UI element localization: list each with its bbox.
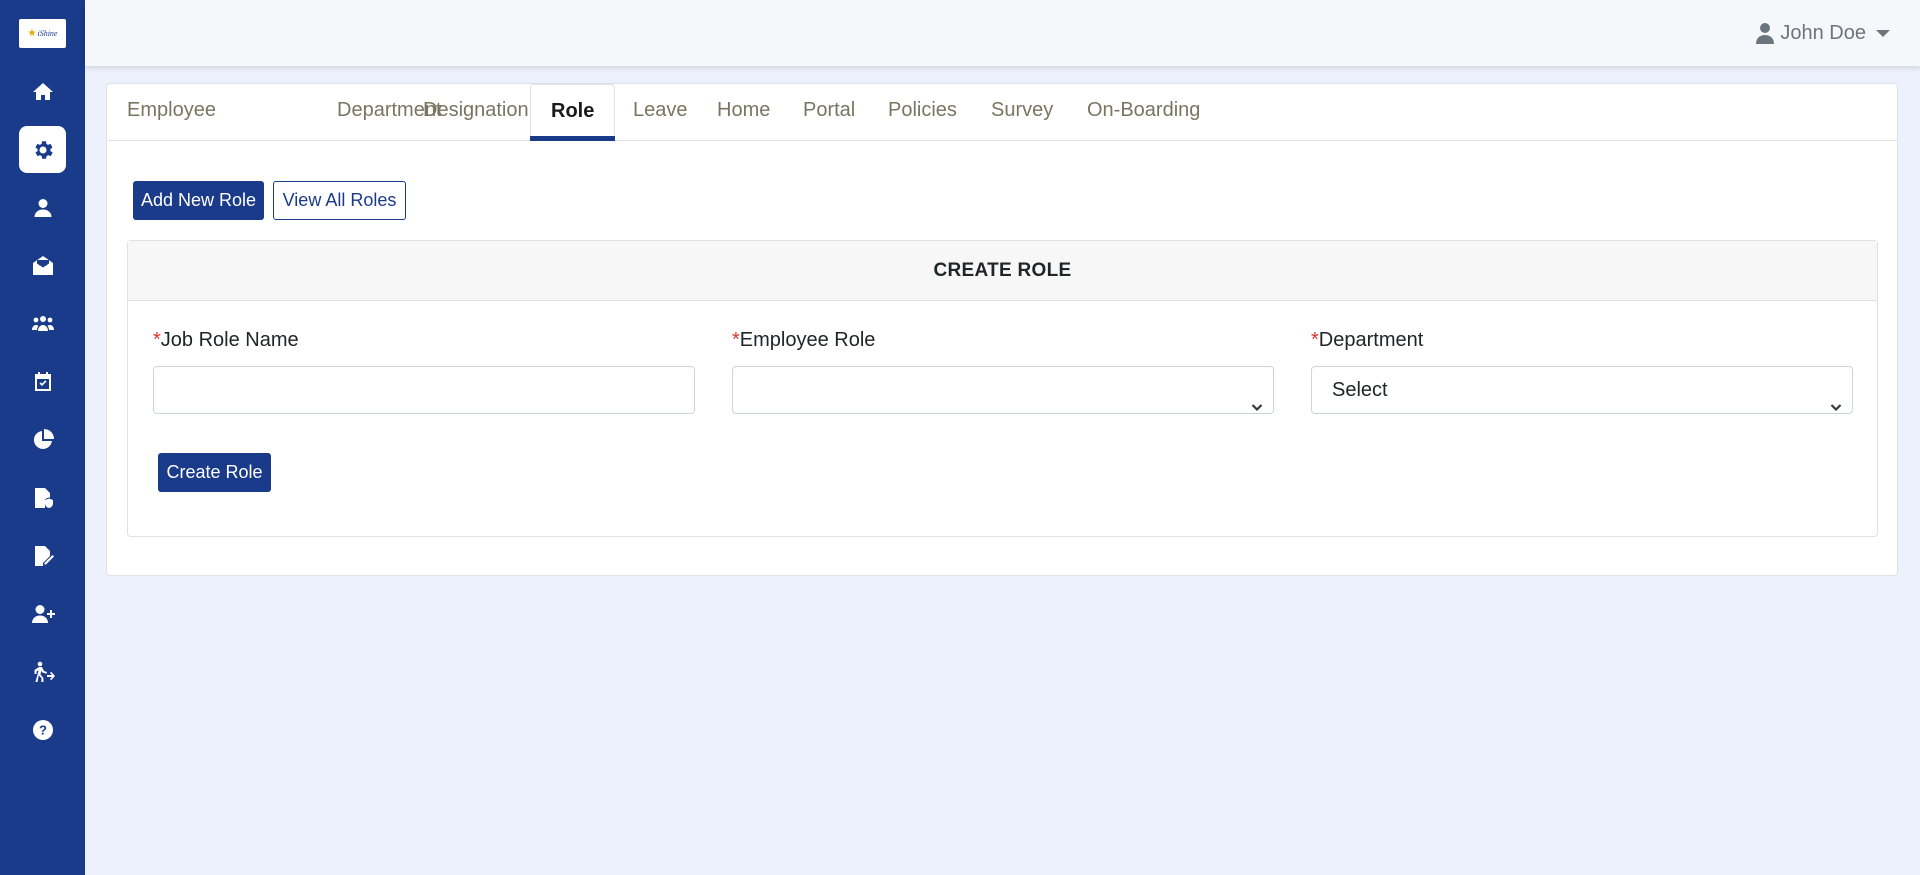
- user-name: John Doe: [1780, 21, 1866, 44]
- sidebar-item-profile[interactable]: [19, 184, 66, 231]
- people-group-icon: [31, 315, 54, 331]
- employee-role-select[interactable]: [732, 366, 1274, 414]
- sidebar-item-documents[interactable]: [19, 532, 66, 579]
- user-icon: [34, 198, 51, 217]
- department-value: Select: [1332, 379, 1388, 401]
- sidebar-item-policies[interactable]: [19, 474, 66, 521]
- sidebar-item-offboarding[interactable]: [19, 648, 66, 695]
- form-title: CREATE ROLE: [128, 241, 1877, 301]
- chevron-down-icon: [1251, 384, 1263, 412]
- department-label: *Department: [1311, 329, 1424, 351]
- sidebar-item-teams[interactable]: [19, 300, 66, 347]
- settings-card: Employee Department Designation Role Lea…: [106, 83, 1898, 576]
- star-icon: ★: [27, 28, 37, 39]
- tab-on-boarding[interactable]: On-Boarding: [1067, 84, 1220, 140]
- job-role-name-input[interactable]: [153, 366, 695, 414]
- tab-designation[interactable]: Designation: [403, 84, 549, 140]
- user-menu[interactable]: John Doe: [1756, 20, 1890, 46]
- sidebar-item-home[interactable]: [19, 68, 66, 115]
- department-select[interactable]: Select: [1311, 366, 1853, 414]
- tab-survey[interactable]: Survey: [971, 84, 1073, 140]
- create-role-button[interactable]: Create Role: [158, 453, 271, 492]
- mail-open-icon: [32, 255, 53, 275]
- person-exit-icon: [34, 661, 55, 682]
- sidebar-item-reports[interactable]: [19, 416, 66, 463]
- tab-home[interactable]: Home: [697, 84, 790, 140]
- sidebar-item-settings[interactable]: [19, 126, 66, 173]
- required-mark: *: [1311, 329, 1319, 351]
- sidebar: ★ iShine ?: [0, 0, 85, 875]
- company-logo[interactable]: ★ iShine: [19, 19, 66, 48]
- logo-text: iShine: [37, 29, 58, 38]
- settings-tabs: Employee Department Designation Role Lea…: [107, 84, 1897, 141]
- job-role-name-label: *Job Role Name: [153, 329, 299, 351]
- tab-employee[interactable]: Employee: [107, 84, 236, 140]
- tab-leave[interactable]: Leave: [613, 84, 708, 140]
- file-edit-icon: [34, 545, 54, 566]
- required-mark: *: [732, 329, 740, 351]
- svg-text:?: ?: [39, 722, 47, 737]
- gear-icon: [34, 140, 53, 159]
- tab-policies[interactable]: Policies: [868, 84, 977, 140]
- sidebar-item-add-user[interactable]: [19, 590, 66, 637]
- home-icon: [32, 82, 53, 100]
- file-shield-icon: [34, 487, 53, 508]
- sidebar-item-help[interactable]: ?: [19, 706, 66, 753]
- caret-down-icon: [1876, 29, 1890, 37]
- top-bar: John Doe: [85, 0, 1920, 66]
- pie-chart-icon: [33, 428, 54, 449]
- view-all-roles-button[interactable]: View All Roles: [273, 181, 406, 220]
- required-mark: *: [153, 329, 161, 351]
- calendar-check-icon: [34, 371, 51, 391]
- add-new-role-button[interactable]: Add New Role: [133, 181, 264, 220]
- sidebar-item-calendar[interactable]: [19, 358, 66, 405]
- chevron-down-icon: [1830, 384, 1842, 412]
- tab-portal[interactable]: Portal: [783, 84, 875, 140]
- create-role-form: CREATE ROLE *Job Role Name *Employee Rol…: [127, 240, 1878, 537]
- user-plus-icon: [31, 604, 55, 623]
- tab-role[interactable]: Role: [530, 84, 616, 141]
- help-circle-icon: ?: [32, 719, 53, 740]
- employee-role-label: *Employee Role: [732, 329, 876, 351]
- user-icon: [1756, 23, 1775, 44]
- sidebar-item-mail[interactable]: [19, 242, 66, 289]
